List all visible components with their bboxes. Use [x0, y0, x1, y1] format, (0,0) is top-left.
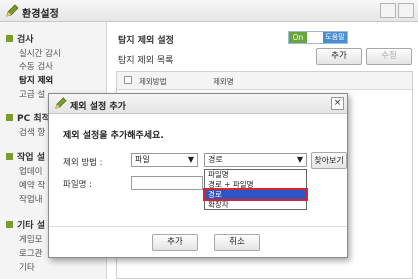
toggle-on-label: On: [289, 32, 307, 43]
help-badge[interactable]: 도움말: [323, 32, 347, 43]
sidebar-group-scan[interactable]: 검사: [6, 32, 34, 45]
sidebar-item-update[interactable]: 업데이: [19, 165, 42, 177]
pencil-icon: [6, 4, 19, 17]
add-exclusion-button[interactable]: 추가: [316, 48, 362, 65]
dialog-divider: [49, 226, 347, 227]
sidebar-item-log[interactable]: 로그관: [19, 247, 42, 259]
dialog-add-button[interactable]: 추가: [152, 234, 198, 251]
sidebar-item-search[interactable]: 검색 항: [19, 126, 45, 138]
minimize-button[interactable]: [380, 3, 396, 18]
bullet-icon: [6, 114, 13, 121]
chevron-down-icon: ▼: [296, 155, 303, 164]
detection-exclusion-setting-label: 탐지 제외 설정: [118, 36, 174, 46]
bullet-icon: [6, 153, 13, 160]
method-label: 제외 방법 :: [63, 158, 103, 168]
dropdown-option-filename[interactable]: 파일명: [205, 170, 306, 179]
sidebar-item-manual-scan[interactable]: 수동 검사: [19, 60, 53, 72]
filename-label: 파일명 :: [63, 180, 93, 190]
edit-exclusion-button[interactable]: 수정: [366, 48, 412, 65]
sidebar-item-advanced[interactable]: 고급 설: [19, 88, 45, 100]
dropdown-option-path-filename[interactable]: 경로 + 파일명: [205, 180, 306, 189]
column-name: 제외명: [213, 77, 234, 86]
sidebar-group-pc-optimize[interactable]: PC 최적: [6, 111, 50, 124]
chevron-down-icon: ▼: [187, 155, 194, 164]
method-select[interactable]: 파일 ▼: [131, 153, 198, 167]
exclusion-toggle[interactable]: On 도움말: [288, 31, 348, 44]
sidebar-item-exclusion[interactable]: 탐지 제외: [19, 74, 53, 86]
dialog-message: 제외 설정을 추가해주세요.: [63, 131, 164, 141]
column-method: 제외방법: [139, 77, 167, 86]
browse-button[interactable]: 찾아보기: [311, 152, 347, 169]
dialog-cancel-button[interactable]: 취소: [214, 234, 260, 251]
window-title: 환경설정: [22, 9, 59, 20]
path-dropdown-list: 파일명 경로 + 파일명 경로 확장자: [203, 169, 308, 210]
dropdown-option-extension[interactable]: 확장자: [205, 200, 306, 209]
dialog-title: 제외 설정 추가: [70, 102, 126, 112]
sidebar-item-realtime[interactable]: 실시간 감시: [19, 47, 61, 59]
sidebar-item-etc[interactable]: 기타: [19, 261, 35, 273]
path-select[interactable]: 경로 ▼: [204, 153, 307, 167]
window-titlebar: 환경설정: [0, 0, 418, 22]
dialog-close-icon[interactable]: ×: [331, 97, 344, 110]
sidebar-group-tasks[interactable]: 작업 설: [6, 150, 45, 163]
close-button[interactable]: [398, 3, 414, 18]
table-header: 제외방법 제외명: [117, 72, 412, 90]
pencil-icon: [55, 97, 67, 109]
select-all-checkbox[interactable]: [124, 76, 132, 84]
add-exclusion-dialog: 제외 설정 추가 × 제외 설정을 추가해주세요. 제외 방법 : 파일 ▼ 경…: [48, 93, 348, 258]
sidebar-item-task-history[interactable]: 작업내: [19, 193, 42, 205]
exclusion-list-label: 탐지 제외 목록: [118, 56, 174, 66]
bullet-icon: [6, 35, 13, 42]
sidebar-item-game-mode[interactable]: 게임모: [19, 233, 42, 245]
dialog-titlebar: 제외 설정 추가 ×: [49, 94, 347, 114]
sidebar-item-scheduled[interactable]: 예약 작: [19, 179, 45, 191]
sidebar-group-other[interactable]: 기타 설: [6, 218, 45, 231]
filename-input[interactable]: [131, 176, 203, 190]
dropdown-option-path[interactable]: 경로: [203, 188, 308, 201]
bullet-icon: [6, 221, 13, 228]
